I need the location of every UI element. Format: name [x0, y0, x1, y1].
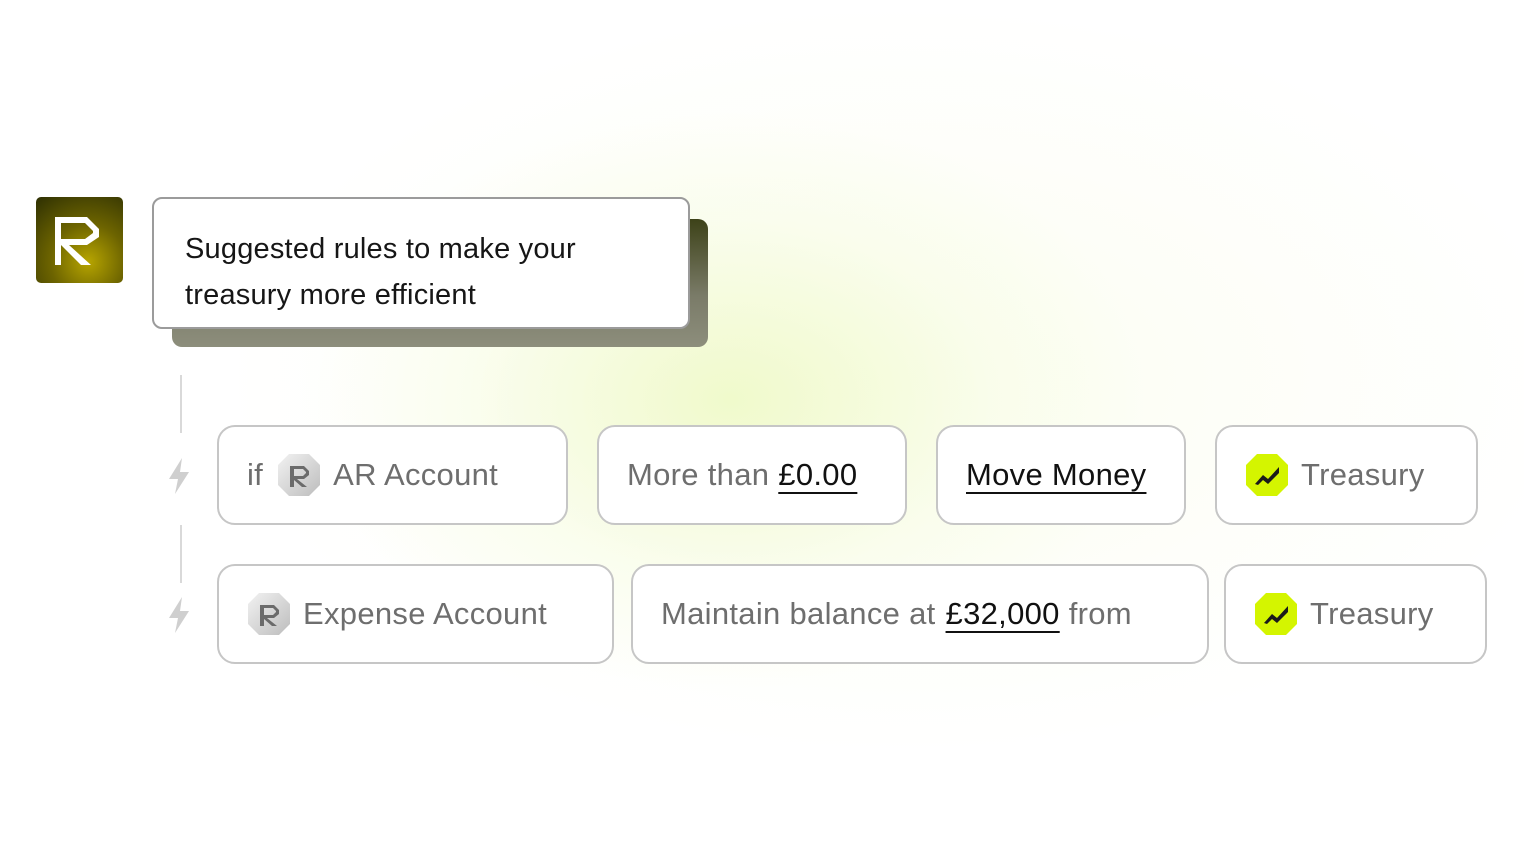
rule-1-destination-chip[interactable]: Treasury — [1215, 425, 1478, 525]
rule-1-condition-chip[interactable]: More than £0.00 — [597, 425, 907, 525]
rule-1-trigger-chip[interactable]: if AR Account — [217, 425, 568, 525]
r-logo-icon — [54, 217, 99, 265]
account-label: Expense Account — [303, 596, 548, 631]
condition-text: More than — [627, 457, 770, 492]
account-label: AR Account — [333, 457, 499, 492]
move-money-action[interactable]: Move Money — [966, 457, 1146, 493]
destination-label: Treasury — [1301, 457, 1425, 492]
r-logo-icon — [277, 453, 321, 497]
amount-value[interactable]: £0.00 — [778, 457, 857, 493]
if-label: if — [247, 457, 264, 492]
message-line-1: Suggested rules to make your — [185, 233, 576, 265]
treasury-chart-icon — [1254, 592, 1298, 636]
app-logo — [36, 197, 123, 283]
rule-2-trigger-chip[interactable]: Expense Account — [217, 564, 614, 664]
connector-line — [180, 375, 182, 433]
rule-2-condition-chip[interactable]: Maintain balance at £32,000 from — [631, 564, 1209, 664]
rule-2-destination-chip[interactable]: Treasury — [1224, 564, 1487, 664]
destination-label: Treasury — [1310, 596, 1434, 631]
lightning-icon — [169, 597, 189, 633]
condition-suffix: from — [1068, 596, 1132, 631]
lightning-icon — [169, 458, 189, 494]
message-line-2: treasury more efficient — [185, 279, 476, 311]
suggestion-message: Suggested rules to make your treasury mo… — [152, 197, 690, 329]
connector-line — [180, 525, 182, 583]
rule-1-action-chip[interactable]: Move Money — [936, 425, 1186, 525]
amount-value[interactable]: £32,000 — [946, 596, 1060, 632]
condition-text: Maintain balance at — [661, 596, 936, 631]
r-logo-icon — [247, 592, 291, 636]
treasury-chart-icon — [1245, 453, 1289, 497]
